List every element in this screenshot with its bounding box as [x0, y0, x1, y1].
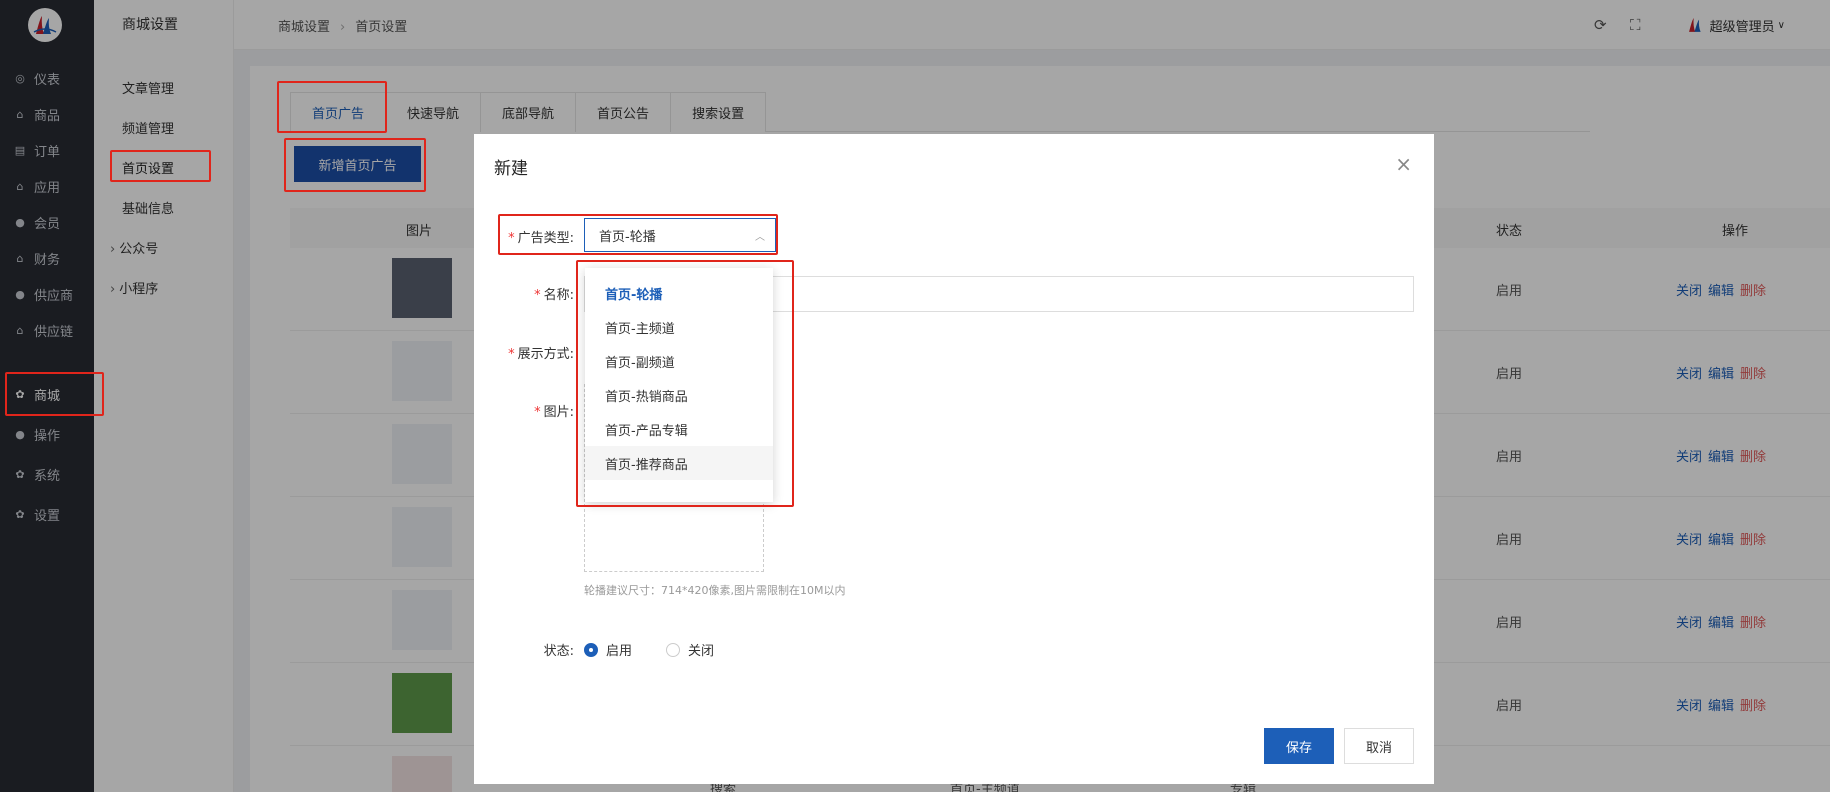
- save-button[interactable]: 保存: [1264, 728, 1334, 764]
- field-label-name: * 名称:: [534, 288, 574, 303]
- annotation-box: [284, 138, 426, 192]
- field-label-image: * 图片:: [534, 405, 574, 420]
- modal-title: 新建: [494, 159, 528, 179]
- upload-hint: 轮播建议尺寸：714*420像素,图片需限制在10M以内: [584, 584, 846, 597]
- close-icon[interactable]: ×: [1395, 152, 1412, 176]
- cancel-button[interactable]: 取消: [1344, 728, 1414, 764]
- radio-dot: [584, 642, 598, 657]
- annotation-box: [576, 260, 794, 507]
- annotation-box: [110, 150, 211, 182]
- field-label-display: * 展示方式:: [508, 347, 574, 362]
- radio-enable[interactable]: 启用: [584, 640, 632, 659]
- radio-disable[interactable]: 关闭: [666, 640, 714, 659]
- annotation-box: [5, 372, 104, 416]
- field-label-status: 状态:: [543, 644, 574, 659]
- radio-dot: [666, 642, 680, 657]
- annotation-box: [498, 214, 778, 255]
- annotation-box: [277, 81, 387, 133]
